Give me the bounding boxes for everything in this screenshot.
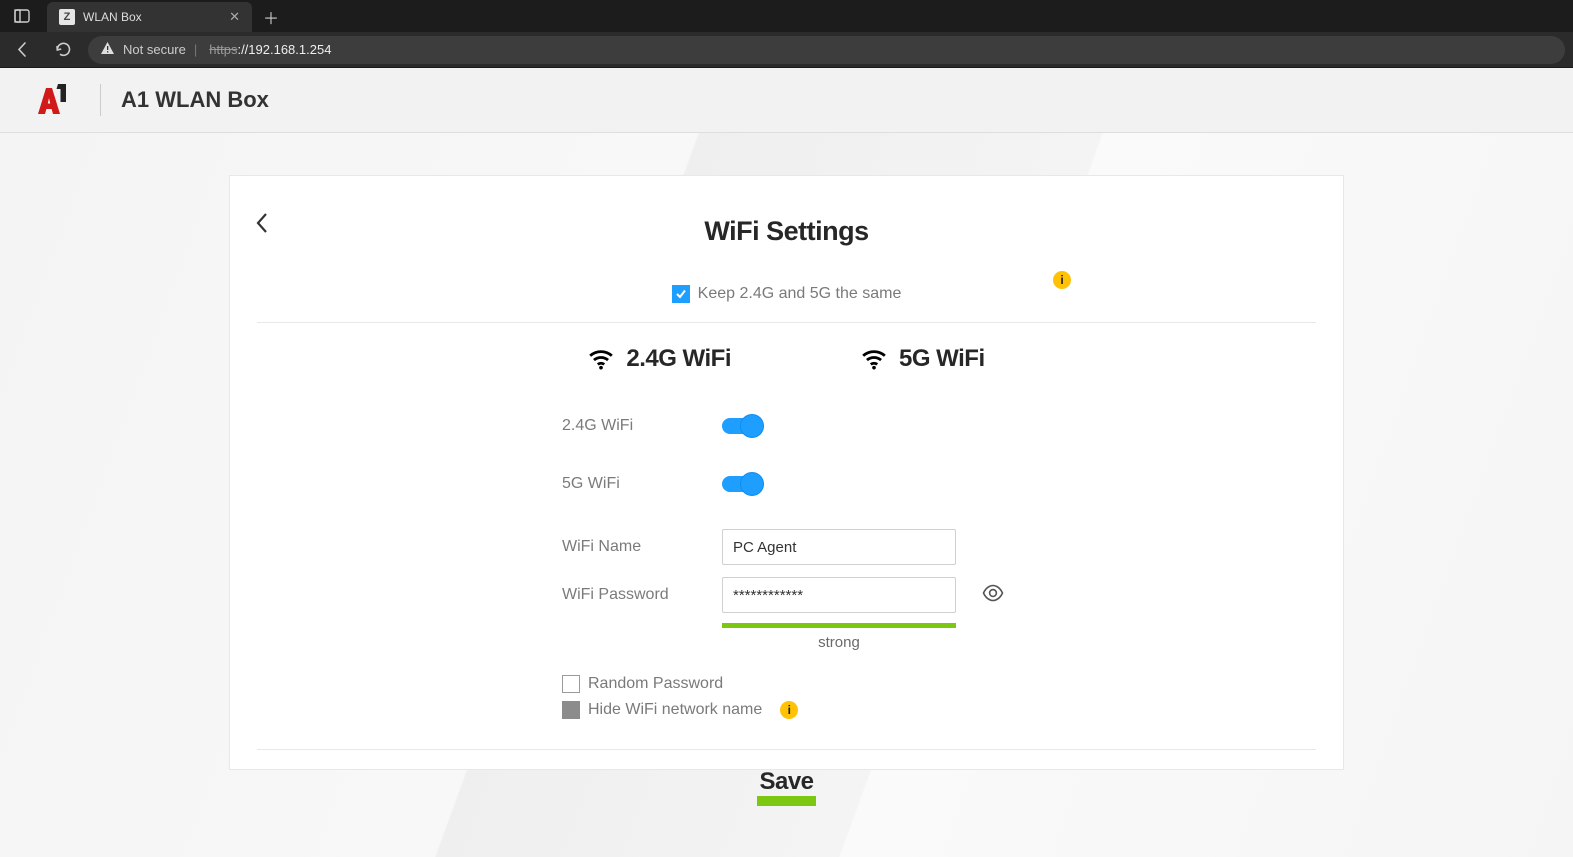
close-icon[interactable]: ✕ [229, 9, 240, 25]
header-divider [100, 84, 101, 116]
keep-same-row: Keep 2.4G and 5G the same i [257, 285, 1316, 323]
random-password-checkbox[interactable] [562, 675, 580, 693]
wifi-password-input[interactable] [722, 577, 956, 613]
hide-ssid-row: Hide WiFi network name i [562, 701, 1316, 719]
wifi-icon [588, 348, 614, 370]
favicon-icon: Z [59, 9, 75, 25]
router-header: A1 WLAN Box [0, 68, 1573, 133]
chevron-left-icon [254, 211, 270, 235]
random-password-row: Random Password [562, 675, 1316, 693]
a1-logo [28, 82, 70, 118]
browser-titlebar: Z WLAN Box ✕ ＋ [0, 0, 1573, 32]
wifi-icon [861, 348, 887, 370]
save-button[interactable]: Save [757, 768, 815, 806]
new-tab-button[interactable]: ＋ [256, 2, 286, 32]
refresh-icon[interactable] [48, 35, 78, 65]
info-icon[interactable]: i [1053, 271, 1071, 289]
keep-same-checkbox[interactable] [672, 285, 690, 303]
label-wifi-password: WiFi Password [230, 586, 722, 604]
page-title: WiFi Settings [230, 216, 1343, 247]
show-password-button[interactable] [982, 584, 1004, 607]
url-bar[interactable]: Not secure | https://192.168.1.254 [88, 36, 1565, 64]
password-strength-bar [722, 623, 956, 628]
content-area: WiFi Settings Keep 2.4G and 5G the same … [0, 133, 1573, 857]
url-text: ://192.168.1.254 [237, 42, 331, 57]
random-password-label: Random Password [588, 675, 723, 693]
hide-ssid-checkbox[interactable] [562, 701, 580, 719]
keep-same-label: Keep 2.4G and 5G the same [698, 285, 902, 303]
info-icon[interactable]: i [780, 701, 798, 719]
settings-card: WiFi Settings Keep 2.4G and 5G the same … [229, 175, 1344, 770]
tabs: Z WLAN Box ✕ ＋ [44, 0, 286, 32]
label-wifi-name: WiFi Name [230, 538, 722, 556]
header-title: A1 WLAN Box [121, 87, 269, 113]
toggle-24g[interactable] [722, 418, 760, 434]
wifi-name-input[interactable] [722, 529, 956, 565]
password-strength-label: strong [722, 634, 956, 651]
tab-wlan-box[interactable]: Z WLAN Box ✕ [47, 2, 252, 32]
label-24g: 2.4G WiFi [230, 417, 722, 435]
eye-icon [982, 584, 1004, 602]
tab-title: WLAN Box [83, 10, 142, 24]
toggle-5g[interactable] [722, 476, 760, 492]
hide-ssid-label: Hide WiFi network name [588, 701, 762, 719]
collections-icon[interactable] [0, 0, 44, 32]
label-5g: 5G WiFi [230, 475, 722, 493]
band-row: 2.4G WiFi 5G WiFi [230, 345, 1343, 373]
band-5: 5G WiFi [861, 345, 985, 373]
url-protocol: https [209, 42, 237, 57]
not-secure-icon [100, 41, 115, 58]
back-button[interactable] [230, 206, 294, 240]
url-warn: Not secure [123, 42, 186, 57]
browser-toolbar: Not secure | https://192.168.1.254 [0, 32, 1573, 68]
back-icon[interactable] [8, 35, 38, 65]
band-24: 2.4G WiFi [588, 345, 731, 373]
